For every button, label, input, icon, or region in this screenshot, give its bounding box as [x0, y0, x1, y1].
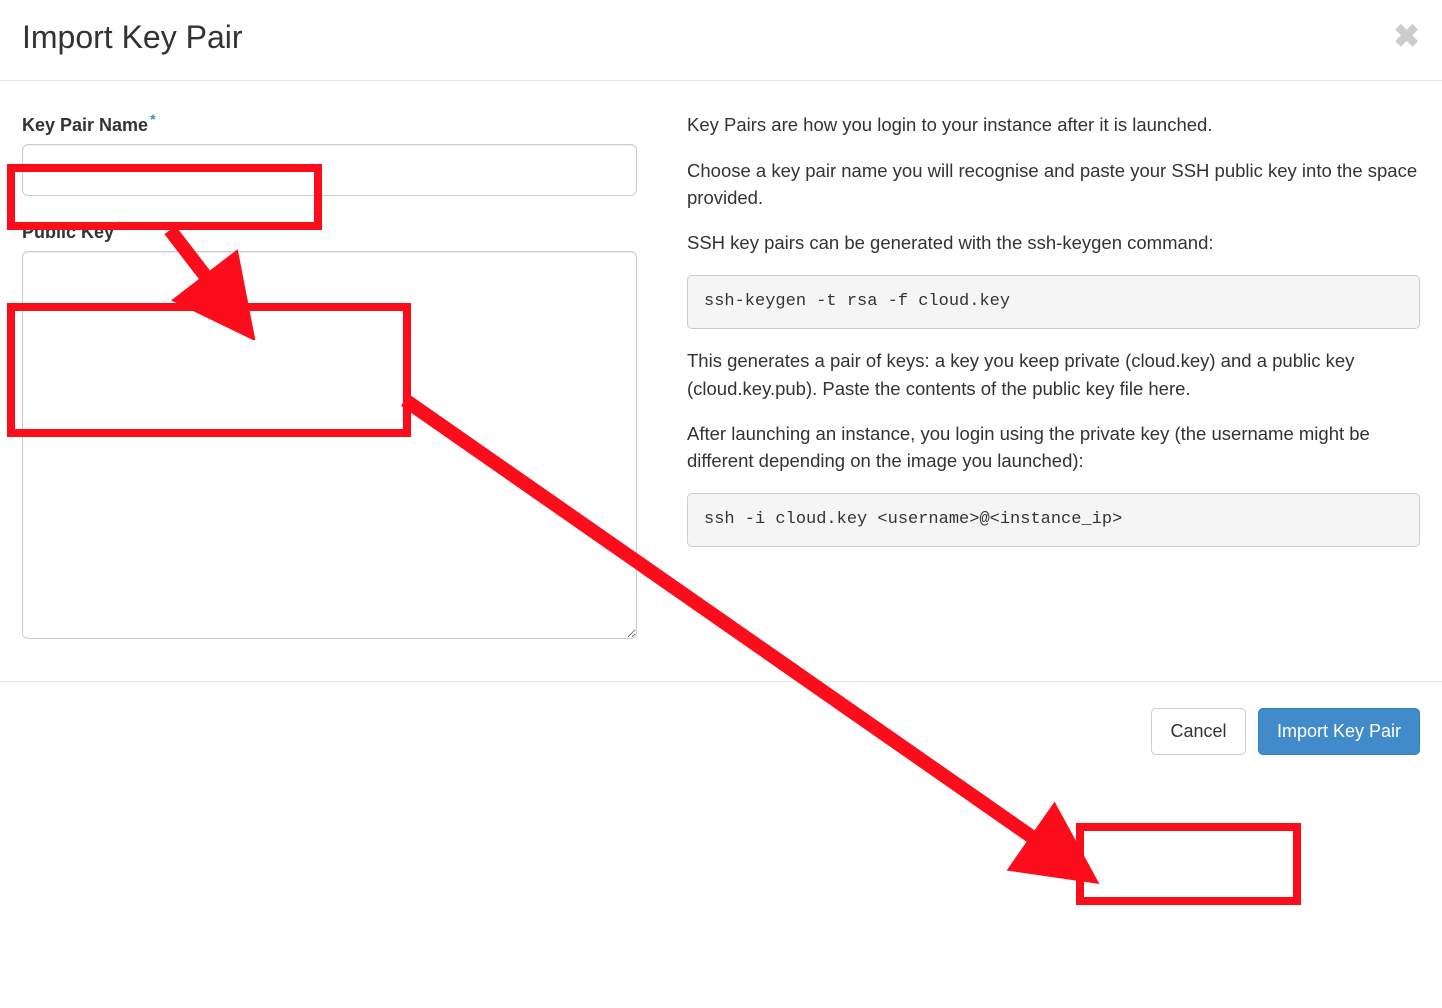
- code-block-ssh: ssh -i cloud.key <username>@<instance_ip…: [687, 493, 1420, 548]
- key-pair-name-input[interactable]: [22, 144, 637, 196]
- public-key-group: Public Key*: [22, 218, 637, 639]
- close-icon[interactable]: ✖: [1393, 20, 1420, 52]
- help-paragraph: Key Pairs are how you login to your inst…: [687, 111, 1420, 138]
- cancel-button[interactable]: Cancel: [1151, 708, 1245, 755]
- annotation-box: [1076, 823, 1301, 905]
- help-column: Key Pairs are how you login to your inst…: [687, 111, 1420, 661]
- key-pair-name-label: Key Pair Name*: [22, 111, 156, 136]
- required-asterisk: *: [116, 218, 121, 234]
- help-paragraph: SSH key pairs can be generated with the …: [687, 229, 1420, 256]
- key-pair-name-group: Key Pair Name*: [22, 111, 637, 196]
- public-key-label: Public Key*: [22, 218, 121, 243]
- help-paragraph: Choose a key pair name you will recognis…: [687, 157, 1420, 212]
- modal-header: Import Key Pair ✖: [0, 0, 1442, 81]
- help-paragraph: This generates a pair of keys: a key you…: [687, 347, 1420, 402]
- modal-title: Import Key Pair: [22, 20, 243, 55]
- import-key-pair-button[interactable]: Import Key Pair: [1258, 708, 1420, 755]
- help-paragraph: After launching an instance, you login u…: [687, 420, 1420, 475]
- modal-body: Key Pair Name* Public Key* Key Pairs are…: [0, 81, 1442, 681]
- code-block-keygen: ssh-keygen -t rsa -f cloud.key: [687, 275, 1420, 330]
- modal-footer: Cancel Import Key Pair: [0, 681, 1442, 781]
- key-pair-name-label-text: Key Pair Name: [22, 115, 148, 135]
- form-column: Key Pair Name* Public Key*: [22, 111, 637, 661]
- public-key-label-text: Public Key: [22, 222, 114, 242]
- required-asterisk: *: [150, 111, 155, 127]
- public-key-textarea[interactable]: [22, 251, 637, 639]
